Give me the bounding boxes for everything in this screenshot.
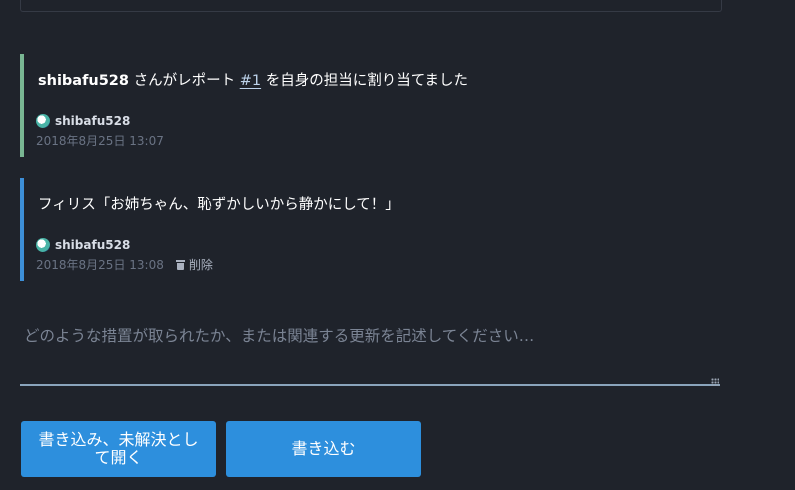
previous-report-panel [20,0,722,12]
timestamp-text: 2018年8月25日 13:08 [36,258,164,272]
assign-text-before: さんがレポート [129,73,240,89]
assign-activity-accent-bar [20,54,24,157]
submit-and-keep-open-button[interactable]: 書き込み、未解決として開く [21,421,216,477]
delete-label: 削除 [188,258,213,272]
avatar [36,114,50,128]
comment-activity: フィリス「お姉ちゃん、恥ずかしいから静かにして！」 shibafu528 201… [20,178,720,281]
textarea-resize-handle[interactable] [711,378,719,386]
timestamp-text: 2018年8月25日 13:07 [36,134,164,148]
trash-icon [175,259,185,270]
delete-comment-button[interactable]: 削除 [175,256,213,273]
author-name: shibafu528 [55,114,131,128]
avatar [36,238,50,252]
assign-activity-author[interactable]: shibafu528 [36,114,130,128]
submit-comment-button[interactable]: 書き込む [226,421,421,477]
comment-textarea[interactable] [20,310,720,386]
assign-activity-timestamp: 2018年8月25日 13:07 [36,132,164,149]
author-name: shibafu528 [55,238,131,252]
actor-username[interactable]: shibafu528 [38,73,129,89]
comment-body: フィリス「お姉ちゃん、恥ずかしいから静かにして！」 [38,197,400,213]
assign-text-after: を自身の担当に割り当てました [261,73,468,89]
comment-activity-meta: 2018年8月25日 13:08 削除 [36,256,213,273]
assign-activity: shibafu528 さんがレポート #1 を自身の担当に割り当てました shi… [20,54,720,157]
report-link[interactable]: #1 [240,73,261,89]
comment-activity-accent-bar [20,178,24,281]
comment-activity-author[interactable]: shibafu528 [36,238,130,252]
assign-activity-text: shibafu528 さんがレポート #1 を自身の担当に割り当てました [38,69,468,90]
